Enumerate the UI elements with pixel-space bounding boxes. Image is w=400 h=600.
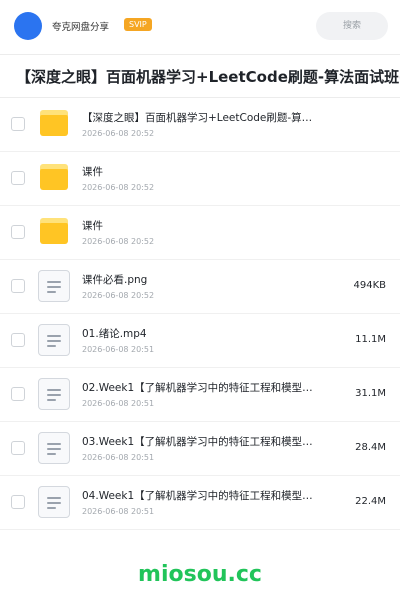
folder-title-bar: 【深度之眼】百面机器学习+LeetCode刷题-算法面试班-第 [0,54,400,98]
file-date: 2026-06-08 20:52 [82,129,155,138]
file-size: 31.1M [355,388,386,399]
list-item[interactable]: 03.Week1【了解机器学习中的特征工程和模型评… 2026-06-08 20… [0,422,400,476]
list-item[interactable]: 课件 2026-06-08 20:52 [0,152,400,206]
document-icon [38,270,70,302]
checkbox[interactable] [11,495,25,509]
file-name: 课件 [82,166,103,178]
file-date: 2026-06-08 20:51 [82,345,155,354]
header-bar: 夸克网盘分享 SVIP 搜索 [0,0,400,52]
file-name: 02.Week1【了解机器学习中的特征工程和模型评… [82,382,322,394]
folder-icon [38,216,70,248]
file-name: 03.Week1【了解机器学习中的特征工程和模型评… [82,436,322,448]
checkbox[interactable] [11,279,25,293]
checkbox[interactable] [11,333,25,347]
file-size: 494KB [353,280,386,291]
list-item[interactable]: 01.绪论.mp4 2026-06-08 20:51 11.1M [0,314,400,368]
file-date: 2026-06-08 20:51 [82,399,155,408]
checkbox[interactable] [11,441,25,455]
file-size: 28.4M [355,442,386,453]
file-name: 01.绪论.mp4 [82,328,147,340]
file-date: 2026-06-08 20:51 [82,507,155,516]
checkbox[interactable] [11,225,25,239]
file-date: 2026-06-08 20:52 [82,237,155,246]
checkbox[interactable] [11,117,25,131]
watermark-text: miosou.cc [138,562,262,587]
folder-title: 【深度之眼】百面机器学习+LeetCode刷题-算法面试班-第 [16,68,400,86]
search-input[interactable]: 搜索 [316,12,388,40]
share-title: 夸克网盘分享 [52,22,110,33]
document-icon [38,432,70,464]
file-name: 课件 [82,220,103,232]
svip-badge: SVIP [124,18,152,31]
file-list: 【深度之眼】百面机器学习+LeetCode刷题-算… 2026-06-08 20… [0,98,400,530]
file-size: 22.4M [355,496,386,507]
folder-icon [38,108,70,140]
file-date: 2026-06-08 20:52 [82,183,155,192]
list-item[interactable]: 课件 2026-06-08 20:52 [0,206,400,260]
document-icon [38,378,70,410]
file-date: 2026-06-08 20:51 [82,453,155,462]
folder-icon [38,162,70,194]
file-date: 2026-06-08 20:52 [82,291,155,300]
list-item[interactable]: 04.Week1【了解机器学习中的特征工程和模型评… 2026-06-08 20… [0,476,400,530]
avatar[interactable] [14,12,42,40]
file-name: 课件必看.png [82,274,148,286]
list-item[interactable]: 02.Week1【了解机器学习中的特征工程和模型评… 2026-06-08 20… [0,368,400,422]
file-name: 【深度之眼】百面机器学习+LeetCode刷题-算… [82,112,313,124]
checkbox[interactable] [11,171,25,185]
list-item[interactable]: 【深度之眼】百面机器学习+LeetCode刷题-算… 2026-06-08 20… [0,98,400,152]
document-icon [38,324,70,356]
list-item[interactable]: 课件必看.png 2026-06-08 20:52 494KB [0,260,400,314]
document-icon [38,486,70,518]
checkbox[interactable] [11,387,25,401]
file-name: 04.Week1【了解机器学习中的特征工程和模型评… [82,490,322,502]
file-size: 11.1M [355,334,386,345]
